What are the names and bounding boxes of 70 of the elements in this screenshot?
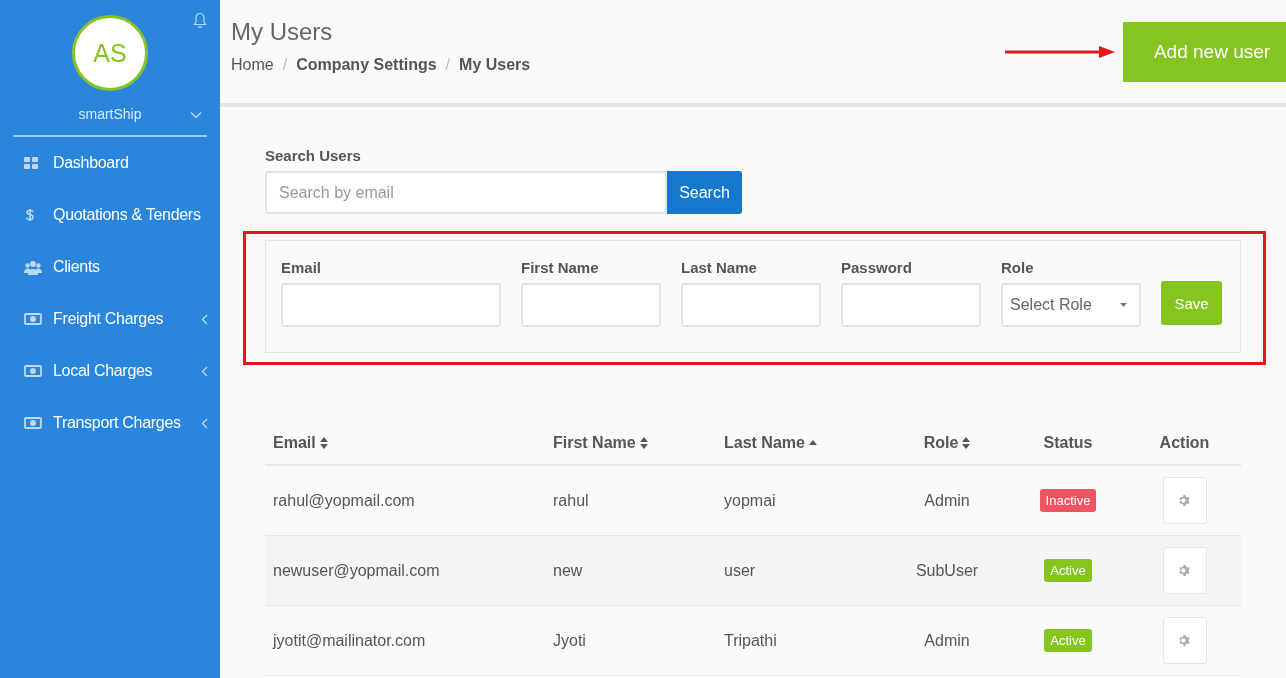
caret-icon (1120, 303, 1127, 307)
bell-icon (193, 12, 207, 28)
column-header: Status (1043, 433, 1093, 452)
table-cell: newuser@yopmail.com (273, 561, 440, 580)
table-cell: rahul@yopmail.com (273, 491, 415, 510)
nav-item[interactable]: Dashboard (0, 137, 220, 189)
column-header[interactable]: Email (273, 433, 316, 452)
sort-up-icon (808, 440, 817, 445)
breadcrumb-link[interactable]: Home (231, 56, 274, 74)
nav-item[interactable]: Transport Charges (0, 397, 220, 449)
input-field[interactable] (281, 283, 501, 327)
breadcrumb-link[interactable]: My Users (459, 56, 531, 74)
search-field[interactable]: Search by email (265, 171, 667, 214)
table-cell: new (553, 561, 583, 580)
field-label: First Name (521, 259, 600, 276)
chevron-down-icon (190, 111, 202, 119)
settings-button[interactable] (1162, 547, 1207, 594)
breadcrumb-separator: / (282, 56, 288, 74)
table-cell: SubUser (915, 561, 979, 580)
column-header[interactable]: First Name (553, 433, 636, 452)
chevron-left-icon (201, 366, 208, 377)
chevron-left-icon (201, 314, 208, 325)
account-name[interactable]: smartShip (78, 106, 142, 122)
dollar-icon (24, 207, 36, 223)
column-header[interactable]: Role (923, 433, 959, 452)
settings-icon (1178, 634, 1191, 647)
avatar: AS (72, 15, 148, 91)
status-badge: Active (1044, 629, 1092, 652)
column-header: Action (1159, 433, 1210, 452)
breadcrumb-link[interactable]: Company Settings (296, 56, 437, 74)
table-cell: jyotit@mailinator.com (273, 631, 426, 650)
nav-item[interactable]: Freight Charges (0, 293, 220, 345)
input-field[interactable] (681, 283, 821, 327)
sort-icon (319, 436, 328, 449)
field-label: Search Users (265, 147, 362, 164)
column-header[interactable]: Last Name (724, 433, 805, 452)
role-select[interactable]: Select Role (1001, 283, 1141, 327)
table-cell: Tripathi (724, 631, 777, 650)
status-badge: Active (1044, 559, 1092, 582)
grid-icon (24, 157, 38, 169)
table-cell: Admin (924, 631, 970, 650)
banknote-icon (24, 365, 42, 377)
settings-button[interactable] (1162, 477, 1207, 524)
field-label: Password (841, 259, 913, 276)
table-cell: Admin (924, 491, 970, 510)
table-cell: Jyoti (553, 631, 586, 650)
field-label: Email (281, 259, 323, 276)
nav-item[interactable]: Clients (0, 241, 220, 293)
chevron-left-icon (201, 418, 208, 429)
table-cell: user (724, 561, 756, 580)
search-button[interactable]: Search (667, 171, 742, 214)
settings-icon (1178, 494, 1191, 507)
nav-item[interactable]: Quotations & Tenders (0, 189, 220, 241)
sort-icon (639, 436, 648, 449)
input-field[interactable] (841, 283, 981, 327)
table-cell: yopmai (724, 491, 776, 510)
banknote-icon (24, 417, 42, 429)
status-badge: Inactive (1039, 489, 1097, 512)
field-label: Last Name (681, 259, 758, 276)
field-label: Role (1001, 259, 1035, 276)
banknote-icon (24, 313, 42, 325)
settings-icon (1178, 564, 1191, 577)
settings-button[interactable] (1162, 617, 1207, 664)
users-icon (24, 259, 42, 275)
nav-item[interactable]: Local Charges (0, 345, 220, 397)
breadcrumb-separator: / (445, 56, 451, 74)
sort-icon (962, 436, 971, 449)
table-cell: rahul (553, 491, 589, 510)
page-title: My Users (231, 18, 334, 46)
input-field[interactable] (521, 283, 661, 327)
